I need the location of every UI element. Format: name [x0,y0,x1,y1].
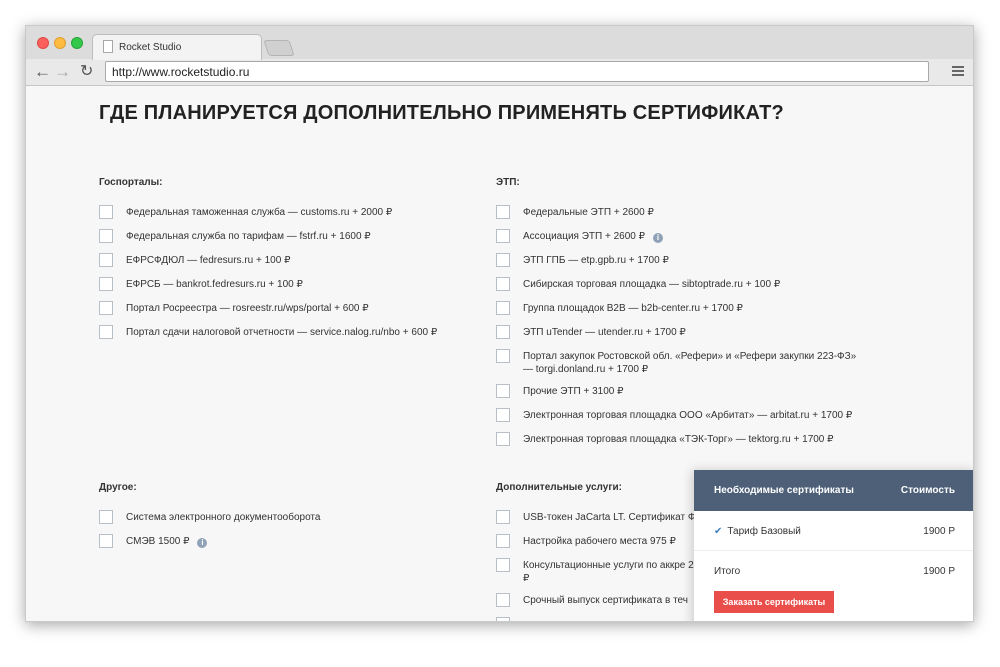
cart-header: Необходимые сертификаты Стоимость [694,470,973,511]
certificates-cart: Необходимые сертификаты Стоимость ✔ Тариф… [694,470,973,621]
tab-strip: Rocket Studio [26,26,973,60]
section-other: Другое: Система электронного документооб… [99,482,479,559]
option-workplace-setup[interactable]: Настройка рабочего места 975 ₽ [496,534,694,550]
section-title: Другое: [99,482,137,493]
checkbox[interactable] [99,205,113,219]
checkbox[interactable] [496,408,510,422]
option-nalog[interactable]: Портал сдачи налоговой отчетности — serv… [99,325,479,341]
browser-tab-active[interactable]: Rocket Studio [92,34,262,60]
option-smev[interactable]: СМЭВ 1500 ₽ i [99,534,479,550]
cart-item-price: 1900 Р [923,526,955,537]
forward-arrow-icon[interactable]: → [54,63,71,80]
checkbox[interactable] [99,325,113,339]
section-title: Госпорталы: [99,177,163,188]
address-bar[interactable]: http://www.rocketstudio.ru [105,61,929,82]
option-consulting[interactable]: Консультационные услуги по аккре 2150 ₽ [496,558,694,585]
option-bankrot[interactable]: ЕФРСБ — bankrot.fedresurs.ru + 100 ₽ [99,277,479,293]
option-tektorg[interactable]: Электронная торговая площадка «ТЭК-Торг»… [496,432,876,448]
checkbox[interactable] [496,432,510,446]
total-label: Итого [714,566,741,577]
option-sibtoptrade[interactable]: Сибирская торговая площадка — sibtoptrad… [496,277,876,293]
option-urgent-issue[interactable]: Срочный выпуск сертификата в теч [496,593,694,609]
cart-item: ✔ Тариф Базовый 1900 Р [694,511,973,551]
checkbox[interactable] [496,617,510,621]
reload-icon[interactable]: ↻ [80,64,93,80]
close-window-button[interactable] [37,37,49,49]
info-icon[interactable]: i [197,538,208,548]
cart-item-name: Тариф Базовый [727,526,801,537]
back-arrow-icon[interactable]: ← [34,63,51,80]
section-gosportaly: Госпорталы: Федеральная таможенная служб… [99,177,479,350]
option-torgi-donland[interactable]: Портал закупок Ростовской обл. «Рефери» … [496,349,866,376]
option-arbitat[interactable]: Электронная торговая площадка ООО «Арбит… [496,408,876,424]
cart-col-name: Необходимые сертификаты [714,485,854,496]
option-b2b-center[interactable]: Группа площадок B2B — b2b-center.ru + 17… [496,301,876,317]
option-rosreestr[interactable]: Портал Росреестра — rosreestr.ru/wps/por… [99,301,479,317]
option-customs[interactable]: Федеральная таможенная служба — customs.… [99,205,479,221]
page-icon [103,40,113,53]
tab-title: Rocket Studio [119,42,182,53]
new-tab-button[interactable] [263,40,295,56]
total-price: 1900 Р [923,566,955,577]
checkbox[interactable] [496,253,510,267]
checkbox[interactable] [496,558,510,572]
option-partial-hidden[interactable] [496,617,694,621]
option-federal-etp[interactable]: Федеральные ЭТП + 2600 ₽ [496,205,876,221]
option-other-etp[interactable]: Прочие ЭТП + 3100 ₽ [496,384,876,400]
checkbox[interactable] [99,229,113,243]
option-sed[interactable]: Система электронного документооборота [99,510,479,526]
checkbox[interactable] [496,510,510,524]
info-icon[interactable]: i [653,233,663,243]
section-title: Дополнительные услуги: [496,482,622,493]
section-extra-services: Дополнительные услуги: USB-токен JaCarta… [496,482,694,621]
option-fstrf[interactable]: Федеральная служба по тарифам — fstrf.ru… [99,229,479,245]
cart-total: Итого 1900 Р Заказать сертификаты [694,551,973,621]
check-icon: ✔ [714,526,723,537]
checkbox[interactable] [496,349,510,363]
section-title: ЭТП: [496,177,520,188]
checkbox[interactable] [496,301,510,315]
checkbox[interactable] [99,301,113,315]
option-fedresurs[interactable]: ЕФРСФДЮЛ — fedresurs.ru + 100 ₽ [99,253,479,269]
hamburger-menu-icon[interactable] [952,66,964,76]
checkbox[interactable] [99,534,113,548]
browser-window: Rocket Studio ← → ↻ http://www.rocketstu… [25,25,974,622]
checkbox[interactable] [496,593,510,607]
minimize-window-button[interactable] [54,37,66,49]
maximize-window-button[interactable] [71,37,83,49]
checkbox[interactable] [496,384,510,398]
option-etp-gpb[interactable]: ЭТП ГПБ — etp.gpb.ru + 1700 ₽ [496,253,876,269]
checkbox[interactable] [496,277,510,291]
browser-chrome: Rocket Studio ← → ↻ http://www.rocketstu… [26,26,973,86]
page-content: ГДЕ ПЛАНИРУЕТСЯ ДОПОЛНИТЕЛЬНО ПРИМЕНЯТЬ … [26,87,973,621]
checkbox[interactable] [496,534,510,548]
checkbox[interactable] [496,325,510,339]
cart-col-price: Стоимость [900,485,955,496]
checkbox[interactable] [496,205,510,219]
option-association-etp[interactable]: Ассоциация ЭТП + 2600 ₽ i [496,229,876,245]
checkbox[interactable] [99,253,113,267]
page-title: ГДЕ ПЛАНИРУЕТСЯ ДОПОЛНИТЕЛЬНО ПРИМЕНЯТЬ … [99,102,784,124]
section-etp: ЭТП: Федеральные ЭТП + 2600 ₽ Ассоциация… [496,177,876,457]
order-certificates-button[interactable]: Заказать сертификаты [714,591,834,613]
checkbox[interactable] [99,510,113,524]
checkbox[interactable] [496,229,510,243]
option-utender[interactable]: ЭТП uTender — utender.ru + 1700 ₽ [496,325,876,341]
option-jacarta[interactable]: USB-токен JaCarta LT. Сертификат Ф [496,510,694,526]
checkbox[interactable] [99,277,113,291]
